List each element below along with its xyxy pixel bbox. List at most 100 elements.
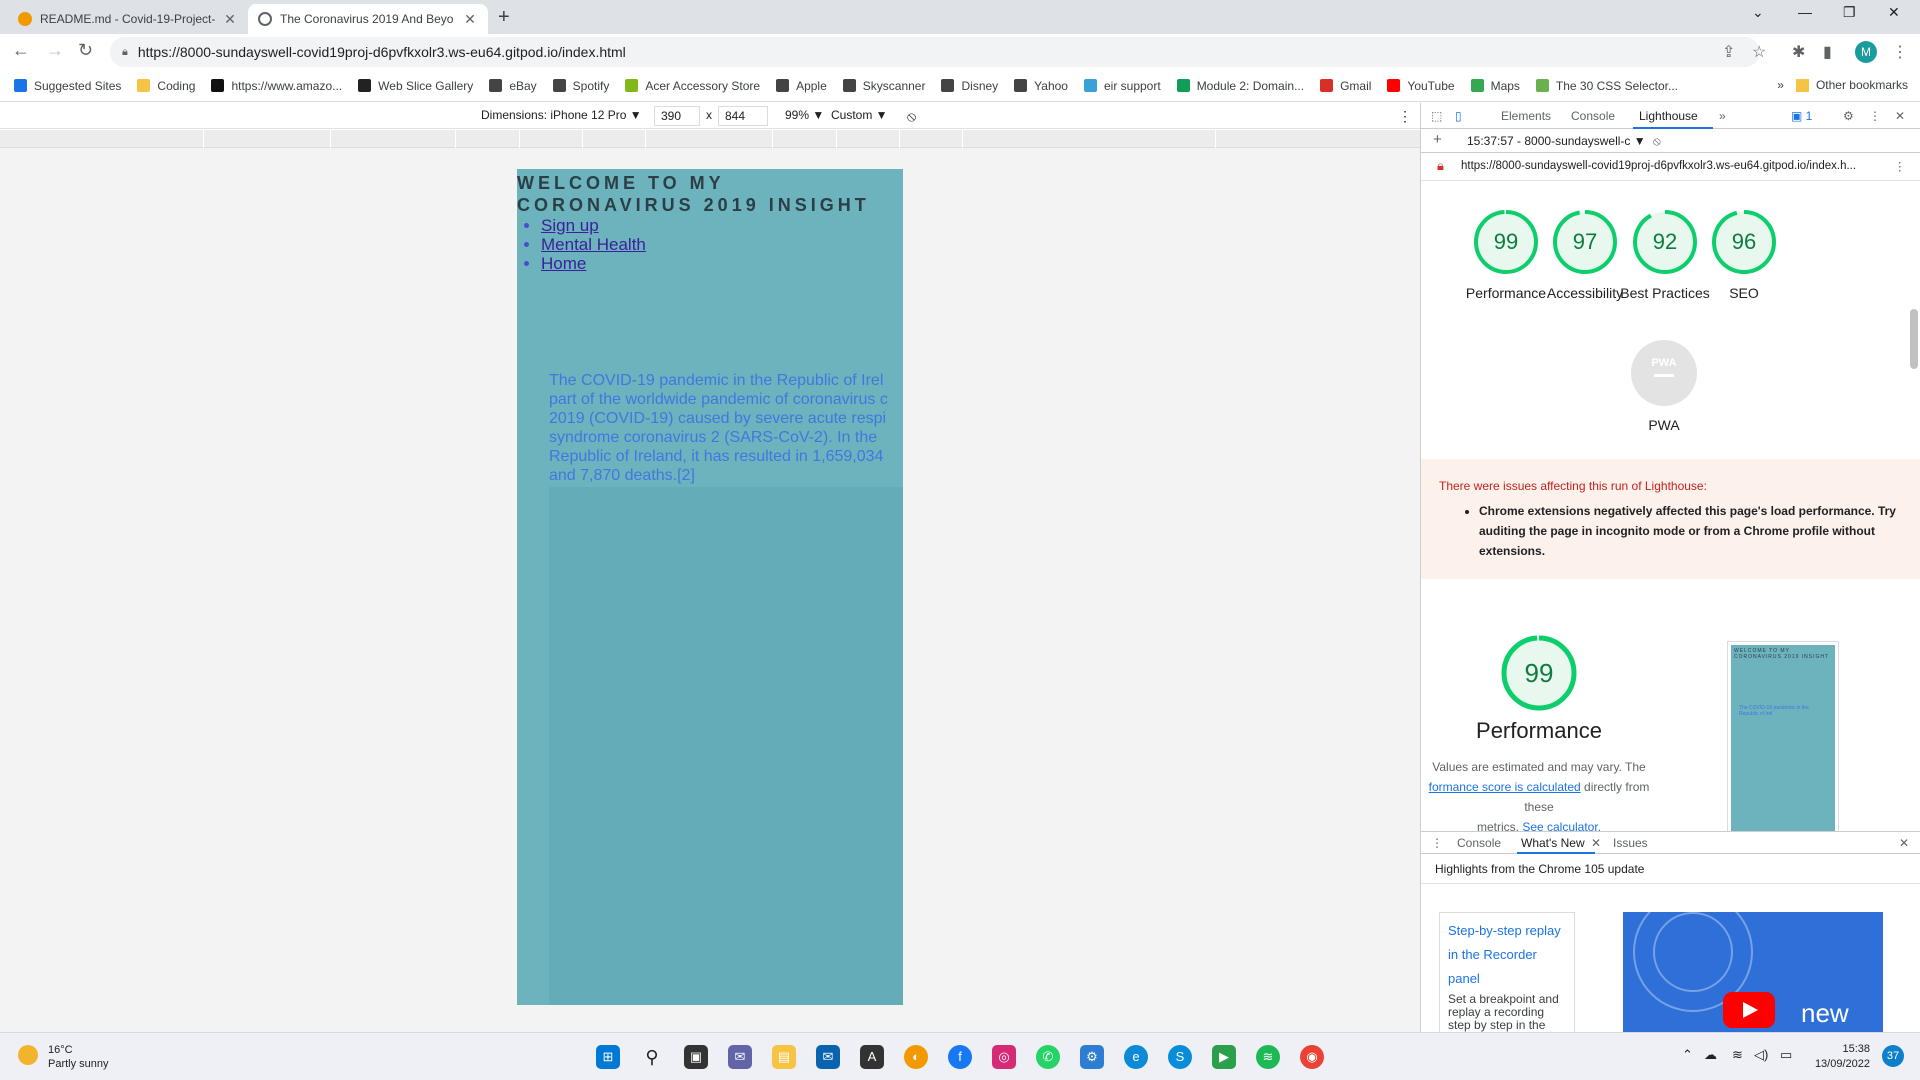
- final-screenshot-thumbnail[interactable]: WELCOME TO MY CORONAVIRUS 2019 INSIGHT T…: [1727, 641, 1839, 835]
- lock-icon[interactable]: 🔒︎: [122, 46, 128, 59]
- facebook-icon[interactable]: f: [948, 1045, 972, 1069]
- task-view-icon[interactable]: ▣: [684, 1045, 708, 1069]
- tab-console[interactable]: Console: [1571, 109, 1615, 123]
- instagram-icon[interactable]: ◎: [992, 1045, 1016, 1069]
- bookmark-item[interactable]: Spotify: [552, 79, 609, 93]
- extensions-icon[interactable]: ✱: [1792, 42, 1805, 62]
- skype-icon[interactable]: S: [1168, 1045, 1192, 1069]
- bookmark-item[interactable]: eir support: [1083, 79, 1161, 93]
- tab-lighthouse[interactable]: Lighthouse: [1639, 109, 1698, 123]
- bookmark-item[interactable]: Coding: [137, 79, 195, 93]
- device-menu-icon[interactable]: ⋮: [1398, 108, 1412, 125]
- more-bookmarks[interactable]: »: [1777, 78, 1784, 92]
- report-url[interactable]: https://8000-sundayswell-covid19proj-d6p…: [1461, 160, 1881, 172]
- device-toggle-icon[interactable]: ▯: [1455, 109, 1462, 123]
- height-input[interactable]: 844: [718, 106, 768, 126]
- score-gauge[interactable]: 97: [1552, 209, 1618, 275]
- close-whats-new-icon[interactable]: ✕: [1591, 836, 1601, 850]
- mental-health-link[interactable]: Mental Health: [541, 235, 646, 254]
- drawer-menu-icon[interactable]: ⋮: [1431, 836, 1443, 850]
- report-select[interactable]: 15:37:57 - 8000-sundayswell-c ▼: [1467, 134, 1646, 148]
- issues-badge[interactable]: ▣ 1: [1791, 109, 1812, 123]
- close-drawer-icon[interactable]: ✕: [1899, 836, 1909, 850]
- close-window-button[interactable]: ✕: [1888, 4, 1900, 21]
- mail-icon[interactable]: ✉: [816, 1045, 840, 1069]
- tab-elements[interactable]: Elements: [1501, 109, 1551, 123]
- devtools-scrollbar[interactable]: [1910, 309, 1918, 369]
- volume-icon[interactable]: ◁): [1754, 1047, 1768, 1063]
- more-tabs[interactable]: »: [1719, 109, 1726, 123]
- close-tab-icon[interactable]: ✕: [462, 11, 478, 28]
- whats-new-card[interactable]: Step-by-step replay in the Recorder pane…: [1439, 912, 1575, 1045]
- file-explorer-icon[interactable]: ▤: [772, 1045, 796, 1069]
- whats-new-video[interactable]: new: [1623, 912, 1883, 1042]
- bookmark-item[interactable]: Yahoo: [1014, 79, 1068, 93]
- settings-app-icon[interactable]: ⚙: [1080, 1045, 1104, 1069]
- inspect-icon[interactable]: ⬚: [1431, 109, 1442, 123]
- notification-badge[interactable]: 37: [1882, 1045, 1904, 1067]
- bookmark-item[interactable]: Gmail: [1320, 79, 1371, 93]
- tab-readme[interactable]: README.md - Covid-19-Project- ✕: [8, 4, 248, 34]
- start-icon[interactable]: ⊞: [596, 1045, 620, 1069]
- address-bar[interactable]: 🔒︎ https://8000-sundayswell-covid19proj-…: [110, 37, 1760, 67]
- system-clock[interactable]: 15:38 13/09/2022: [1810, 1042, 1870, 1072]
- close-tab-icon[interactable]: ✕: [222, 11, 238, 28]
- bookmark-item[interactable]: YouTube: [1387, 79, 1455, 93]
- share-icon[interactable]: ⇪: [1722, 42, 1735, 62]
- clear-icon[interactable]: ⦸: [1653, 134, 1661, 149]
- close-devtools-icon[interactable]: ✕: [1895, 109, 1905, 123]
- battery-icon[interactable]: ▭: [1780, 1047, 1792, 1063]
- bookmark-item[interactable]: Skyscanner: [842, 79, 925, 93]
- drawer-tab-console[interactable]: Console: [1457, 836, 1501, 850]
- settings-gear-icon[interactable]: ⚙: [1843, 109, 1854, 123]
- bookmark-item[interactable]: Maps: [1470, 79, 1520, 93]
- device-select[interactable]: Dimensions: iPhone 12 Pro ▼: [481, 108, 642, 122]
- new-tab-button[interactable]: +: [498, 6, 510, 29]
- back-button[interactable]: ←: [12, 40, 30, 61]
- bookmark-item[interactable]: Acer Accessory Store: [625, 79, 760, 93]
- tray-chevron-icon[interactable]: ⌃: [1682, 1047, 1693, 1063]
- throttle-select[interactable]: Custom ▼: [831, 108, 888, 122]
- zoom-select[interactable]: 99% ▼: [785, 108, 824, 122]
- spotify-icon[interactable]: ≋: [1256, 1045, 1280, 1069]
- bookmark-item[interactable]: Suggested Sites: [14, 79, 121, 93]
- restore-button[interactable]: ❐: [1843, 4, 1856, 21]
- score-calculated-link[interactable]: formance score is calculated: [1429, 780, 1581, 794]
- bookmark-item[interactable]: eBay: [489, 79, 537, 93]
- wifi-icon[interactable]: ≋: [1732, 1047, 1743, 1063]
- tab-coronavirus[interactable]: The Coronavirus 2019 And Beyo ✕: [248, 4, 488, 34]
- youtube-play-icon[interactable]: [1723, 992, 1775, 1028]
- score-gauge[interactable]: 96: [1711, 209, 1777, 275]
- home-link[interactable]: Home: [541, 254, 586, 273]
- score-gauge[interactable]: 92: [1632, 209, 1698, 275]
- bookmark-item[interactable]: The 30 CSS Selector...: [1535, 79, 1678, 93]
- edge-icon[interactable]: e: [1124, 1045, 1148, 1069]
- reload-button[interactable]: ↻: [78, 40, 93, 61]
- forward-button[interactable]: →: [46, 40, 64, 61]
- other-bookmarks[interactable]: » Other bookmarks: [1777, 78, 1908, 92]
- width-input[interactable]: 390: [654, 106, 700, 126]
- performance-big-gauge[interactable]: 99: [1501, 635, 1577, 711]
- minimize-button[interactable]: —: [1798, 4, 1812, 20]
- bookmark-star-icon[interactable]: ☆: [1752, 42, 1766, 62]
- score-gauge[interactable]: 99: [1473, 209, 1539, 275]
- whatsapp-icon[interactable]: ✆: [1036, 1045, 1060, 1069]
- bookmark-item[interactable]: Apple: [776, 79, 827, 93]
- media-query-ruler[interactable]: [0, 130, 1420, 148]
- chrome-icon[interactable]: ◉: [1300, 1045, 1324, 1069]
- search-icon[interactable]: ⚲: [640, 1045, 664, 1069]
- drawer-tab-whats-new[interactable]: What's New: [1521, 836, 1585, 850]
- rotate-icon[interactable]: ⦸: [907, 108, 916, 125]
- teams-chat-icon[interactable]: ✉: [728, 1045, 752, 1069]
- meet-icon[interactable]: ▶: [1212, 1045, 1236, 1069]
- devtools-menu-icon[interactable]: ⋮: [1869, 109, 1881, 123]
- bookmark-item[interactable]: Disney: [941, 79, 998, 93]
- store-icon[interactable]: A: [860, 1045, 884, 1069]
- pwa-badge[interactable]: PWA: [1631, 340, 1697, 406]
- report-menu-icon[interactable]: ⋮: [1894, 159, 1906, 173]
- app-icon[interactable]: ◐: [904, 1045, 928, 1069]
- card-title[interactable]: Step-by-step replay in the Recorder pane…: [1448, 919, 1566, 991]
- sign-up-link[interactable]: Sign up: [541, 216, 599, 235]
- onedrive-icon[interactable]: ☁: [1704, 1047, 1717, 1063]
- tab-search-icon[interactable]: ⌄: [1752, 4, 1764, 21]
